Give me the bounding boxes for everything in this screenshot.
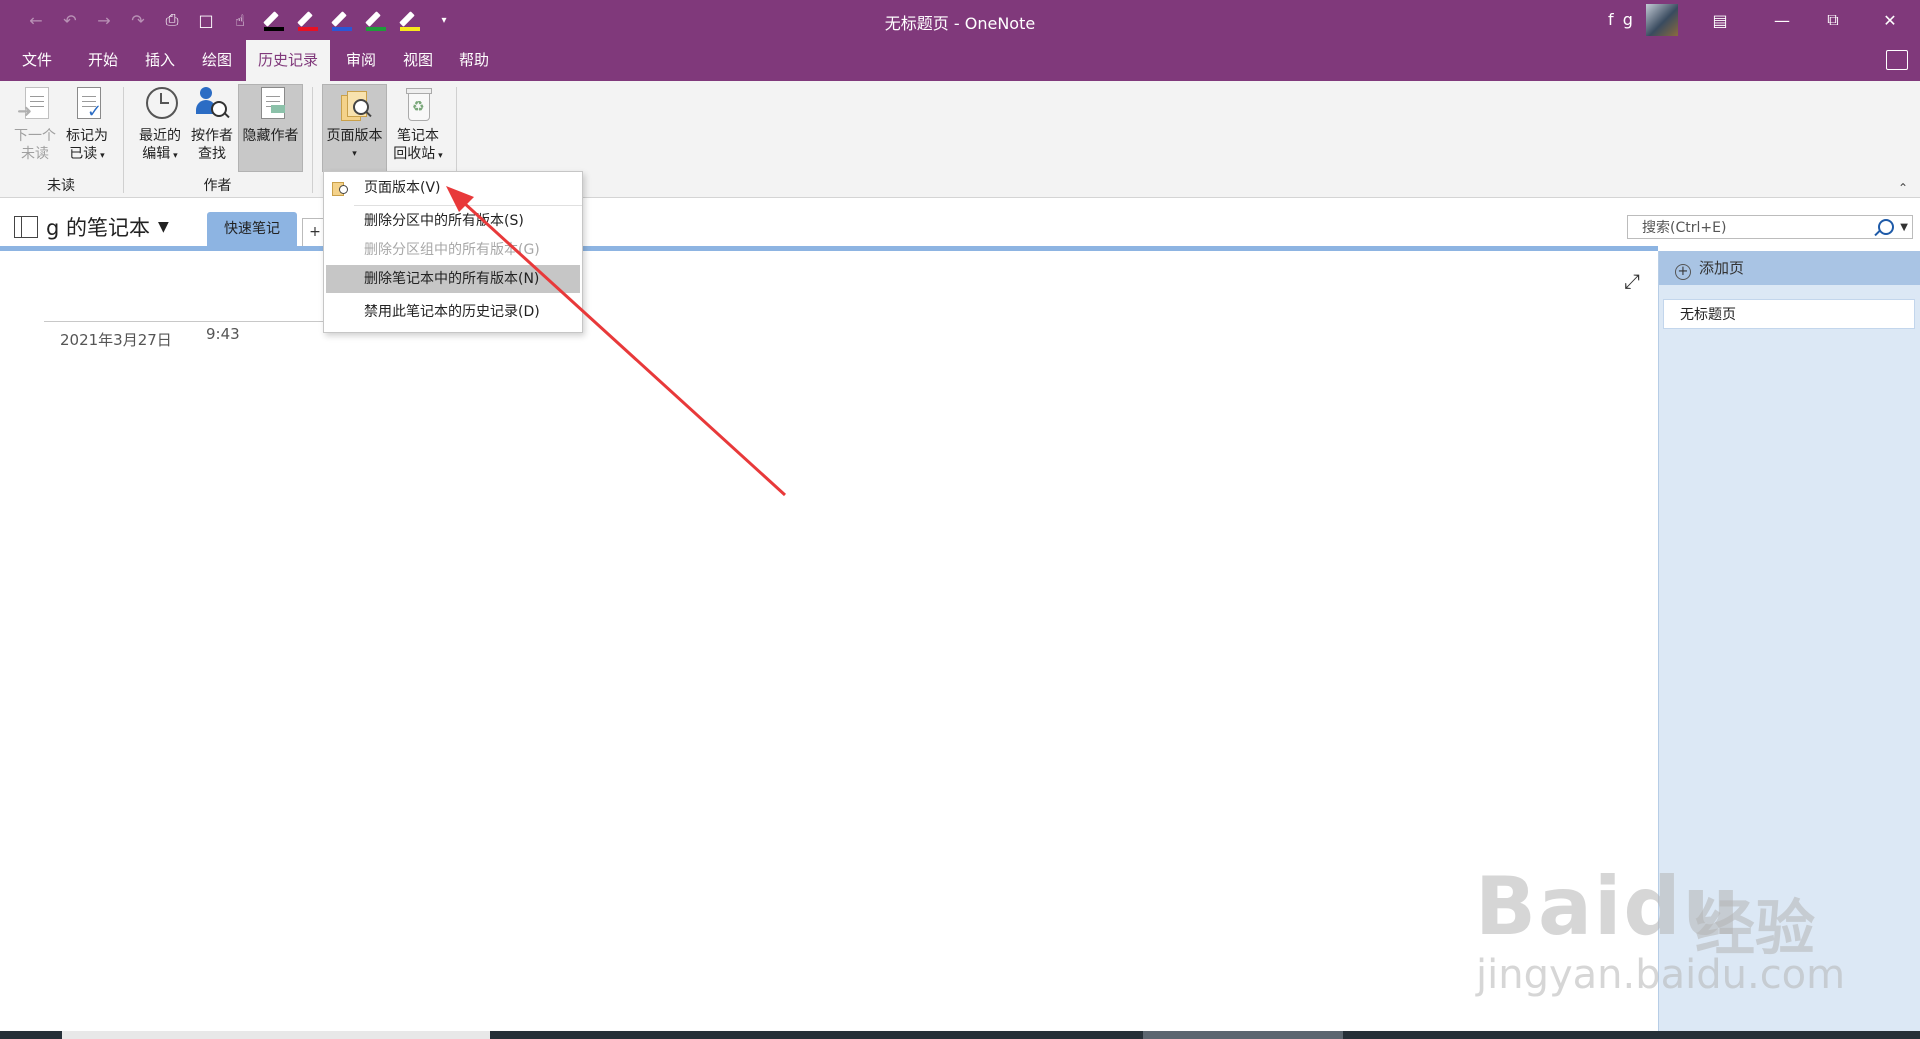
tab-view[interactable]: 视图 — [391, 40, 445, 81]
search-input[interactable]: 搜索(Ctrl+E) ▼ — [1627, 215, 1913, 239]
hide-authors-icon — [253, 85, 289, 125]
taskbar — [0, 1031, 1920, 1039]
add-icon: + — [1675, 264, 1691, 280]
mark-as-read-label-2: 已读 — [69, 146, 98, 162]
restore-icon[interactable]: ⧉ — [1813, 6, 1853, 34]
avatar[interactable] — [1646, 4, 1678, 36]
menu-item-disable-history[interactable]: 禁用此笔记本的历史记录(D) — [324, 298, 580, 326]
ribbon: ➜ 下一个 未读 ✓ 标记为 已读 ▾ 未读 最近的 编辑 ▾ 按作者 查找 隐… — [0, 81, 1920, 198]
collapse-ribbon-icon[interactable]: ⌃ — [1898, 181, 1908, 195]
notebook-recycle-bin-button[interactable]: ♻ 笔记本 回收站 ▾ — [389, 85, 447, 165]
find-by-author-icon — [194, 85, 230, 125]
find-by-author-label-2: 查找 — [198, 146, 226, 162]
chevron-down-icon: ▾ — [170, 151, 178, 161]
chevron-down-icon[interactable]: ▼ — [1900, 216, 1908, 240]
tab-review[interactable]: 审阅 — [334, 40, 388, 81]
next-unread-icon: ➜ — [17, 85, 53, 125]
page-versions-label: 页面版本 — [326, 128, 383, 144]
menu-item-delete-section-versions[interactable]: 删除分区中的所有版本(S) — [324, 207, 580, 235]
group-separator — [312, 87, 313, 193]
tab-draw[interactable]: 绘图 — [190, 40, 244, 81]
search-icon[interactable] — [1878, 219, 1894, 235]
menu-item-page-versions[interactable]: 页面版本(V) — [324, 174, 580, 202]
section-tab-quick-notes[interactable]: 快速笔记 — [207, 212, 297, 246]
recent-edits-button[interactable]: 最近的 编辑 ▾ — [134, 85, 186, 165]
tab-home[interactable]: 开始 — [76, 40, 130, 81]
menu-item-delete-section-group-versions: 删除分区组中的所有版本(G) — [364, 242, 540, 258]
tab-insert[interactable]: 插入 — [133, 40, 187, 81]
group-separator — [123, 87, 124, 193]
chevron-down-icon: ▾ — [435, 151, 443, 161]
page-date: 2021年3月27日 — [60, 331, 172, 349]
tab-history[interactable]: 历史记录 — [246, 40, 331, 81]
mark-read-icon: ✓ — [69, 85, 105, 125]
notebook-recycle-bin-label: 笔记本 — [397, 128, 439, 144]
notebook-recycle-bin-label-2: 回收站 — [393, 146, 436, 162]
hide-authors-label: 隐藏作者 — [242, 128, 299, 144]
recycle-bin-icon: ♻ — [400, 85, 436, 125]
mark-as-read-button[interactable]: ✓ 标记为 已读 ▾ — [62, 85, 112, 165]
title-bar: ← ↶ → ↷ ⎙ □ ☝ ▾ 无标题页 - OneNote f g ▤ — ⧉… — [0, 0, 1920, 40]
group-label-author: 作者 — [203, 178, 232, 194]
page-time: 9:43 — [206, 325, 240, 343]
menu-item-delete-notebook-versions[interactable]: 删除笔记本中的所有版本(N) — [326, 265, 580, 293]
recent-edits-label: 最近的 — [139, 128, 181, 144]
page-title-underline — [44, 321, 344, 322]
tab-help[interactable]: 帮助 — [447, 40, 501, 81]
menu-item-label: 页面版本(V) — [364, 180, 441, 196]
notebook-icon — [14, 216, 38, 238]
taskbar-app[interactable] — [1143, 1031, 1343, 1039]
find-by-author-label: 按作者 — [191, 128, 233, 144]
page-canvas[interactable]: 2021年3月27日 9:43 ⤢ — [0, 251, 1658, 1031]
page-list-item[interactable]: 无标题页 — [1663, 299, 1915, 329]
menu-separator — [354, 205, 582, 206]
group-label-unread: 未读 — [47, 178, 75, 194]
taskbar-search-box[interactable] — [62, 1031, 490, 1039]
baidu-watermark-url: jingyan.baidu.com — [1476, 952, 1846, 998]
chevron-down-icon: ▼ — [158, 219, 169, 235]
notebook-name: g 的笔记本 — [46, 216, 151, 240]
notebook-selector[interactable]: g 的笔记本 ▼ — [14, 212, 169, 242]
page-versions-icon — [332, 179, 348, 196]
user-name[interactable]: f g — [1608, 10, 1635, 29]
tab-file[interactable]: 文件 — [10, 40, 64, 81]
add-page-button[interactable]: + 添加页 — [1659, 251, 1920, 285]
chevron-down-icon: ▾ — [352, 149, 357, 159]
add-page-label: 添加页 — [1699, 259, 1745, 277]
chevron-down-icon: ▾ — [97, 151, 105, 161]
recent-edits-label-2: 编辑 — [142, 146, 171, 162]
expand-icon[interactable]: ⤢ — [1624, 269, 1640, 293]
ribbon-tab-bar: 文件 开始 插入 绘图 历史记录 审阅 视图 帮助 — [0, 40, 1920, 81]
page-versions-icon — [337, 85, 373, 125]
next-unread-label-2: 未读 — [21, 146, 49, 162]
page-versions-button[interactable]: 页面版本 ▾ — [322, 84, 387, 172]
page-versions-menu: 页面版本(V) 删除分区中的所有版本(S) 删除分区组中的所有版本(G) 删除笔… — [323, 171, 583, 333]
ribbon-display-options-icon[interactable]: ▤ — [1700, 6, 1740, 34]
comments-icon[interactable] — [1886, 50, 1908, 70]
next-unread-label: 下一个 — [14, 128, 56, 144]
recent-edits-icon — [142, 85, 178, 125]
next-unread-button[interactable]: ➜ 下一个 未读 — [10, 85, 60, 163]
mark-as-read-label: 标记为 — [66, 128, 108, 144]
hide-authors-button[interactable]: 隐藏作者 — [238, 84, 303, 172]
find-by-author-button[interactable]: 按作者 查找 — [186, 85, 238, 163]
close-icon[interactable]: ✕ — [1870, 6, 1910, 34]
minimize-icon[interactable]: — — [1762, 6, 1802, 34]
search-placeholder: 搜索(Ctrl+E) — [1642, 220, 1727, 236]
